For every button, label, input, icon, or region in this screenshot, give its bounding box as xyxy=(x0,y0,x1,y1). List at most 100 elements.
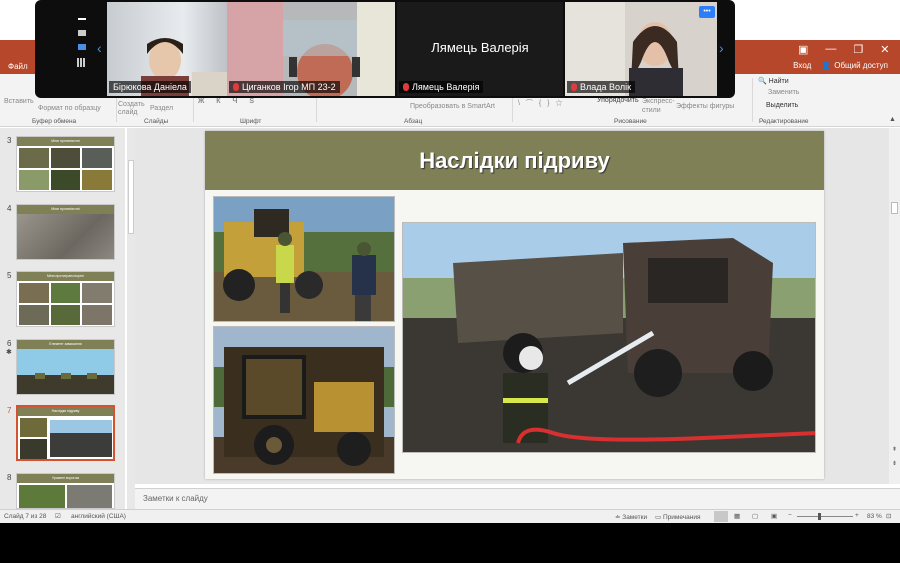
slide-counter: Слайд 7 из 28 xyxy=(4,513,47,520)
participant-name-3: Лямець Валерія xyxy=(399,81,484,93)
group-editing: Редактирование xyxy=(759,118,809,125)
person-icon: 👤 xyxy=(821,61,832,70)
thumb-number: 3 xyxy=(7,136,12,145)
participant-name-text: Влада Волік xyxy=(580,82,632,92)
slide-thumbnail-6[interactable]: Елемент замикання xyxy=(16,339,115,395)
fit-slide-icon[interactable]: ⊡ xyxy=(886,512,891,520)
scroll-thumb[interactable] xyxy=(891,202,898,214)
participant-name-4: Влада Волік xyxy=(567,81,636,93)
muted-mic-icon xyxy=(571,83,577,91)
font-format-buttons[interactable]: Ж К Ч S xyxy=(198,98,259,105)
scroll-thumb[interactable] xyxy=(128,160,134,234)
slide-thumbnail-8[interactable]: Уражені ворогом xyxy=(16,473,115,509)
next-page-icon[interactable]: › xyxy=(719,40,724,56)
thumb-title: Міни протипіхотні xyxy=(17,137,114,146)
ribbon-display-icon[interactable]: ▣ xyxy=(798,43,808,56)
signin-link[interactable]: Вход xyxy=(793,61,811,70)
share-label: Общий доступ xyxy=(834,61,888,70)
participant-tile-3[interactable]: Лямець Валерія Лямець Валерія xyxy=(397,2,563,96)
close-icon[interactable]: ✕ xyxy=(880,43,889,56)
shapes-gallery[interactable]: \ ⌒ { } ☆ xyxy=(518,98,564,108)
restore-icon[interactable]: ❐ xyxy=(853,43,863,56)
animation-icon: ✱ xyxy=(6,349,12,356)
group-clipboard: Буфер обмена xyxy=(32,118,77,125)
arrange-button[interactable]: Упорядочить xyxy=(597,97,639,104)
thumb-number: 8 xyxy=(7,473,12,482)
convert-smartart-button[interactable]: Преобразовать в SmartArt xyxy=(410,103,495,110)
zoom-out-icon[interactable]: − xyxy=(788,512,792,519)
notes-toggle-label: Заметки xyxy=(622,514,648,521)
slide-thumbnail-4[interactable]: Міни протипіхотні xyxy=(16,204,115,260)
minimize-icon[interactable] xyxy=(78,18,86,20)
normal-view-icon[interactable] xyxy=(714,511,728,522)
sorter-view-icon[interactable]: ▦ xyxy=(734,512,740,520)
speaker-view-icon[interactable] xyxy=(78,30,86,36)
thumb-number: 6 xyxy=(7,339,12,348)
slide-thumbnail-3[interactable]: Міни протипіхотні xyxy=(16,136,115,192)
participant-center-name: Лямець Валерія xyxy=(431,40,529,55)
section-button[interactable]: Раздел xyxy=(150,105,173,112)
photo-grader-sappers[interactable] xyxy=(213,196,395,322)
group-slides: Слайды xyxy=(144,118,169,125)
thumb-number: 4 xyxy=(7,204,12,213)
strip-view-icon[interactable] xyxy=(78,44,86,50)
notes-toggle[interactable]: ≐ Заметки xyxy=(615,513,647,521)
prev-page-icon[interactable]: ‹ xyxy=(97,40,102,56)
zoom-level[interactable]: 83 % xyxy=(867,513,882,520)
new-slide-button[interactable]: Создать слайд xyxy=(118,101,145,117)
comments-toggle[interactable]: ▭ Примечания xyxy=(655,513,700,521)
zoom-side-controls xyxy=(72,8,92,88)
prev-slide-icon[interactable]: ⇞ xyxy=(892,446,897,453)
muted-mic-icon xyxy=(233,83,239,91)
participant-tile-2[interactable]: Циганков Ігор МП 23-2 xyxy=(227,2,395,96)
current-slide[interactable]: Наслідки підриву xyxy=(205,131,824,479)
zoom-slider[interactable] xyxy=(797,516,853,517)
quick-styles-button[interactable]: Экспресс-стили xyxy=(642,97,675,115)
participant-name-text: Циганков Ігор МП 23-2 xyxy=(242,82,336,92)
participant-name-1: Бірюкова Даніела xyxy=(109,81,191,93)
zoom-slider-thumb[interactable] xyxy=(818,513,821,520)
thumb-number: 7 xyxy=(7,406,12,415)
thumb-title: Наслідки підриву xyxy=(18,407,113,416)
select-button[interactable]: Выделить xyxy=(766,102,798,109)
video-call-overlay: ‹ Бірюкова Даніела Циганков Ігор МП 23-2… xyxy=(35,0,735,98)
find-button[interactable]: 🔍 Найти xyxy=(758,77,789,85)
window-controls: ▣ — ❐ ✕ xyxy=(798,40,890,58)
minimize-icon[interactable]: — xyxy=(825,43,836,55)
tab-file[interactable]: Файл xyxy=(8,62,28,71)
photo-burnt-grader-image xyxy=(214,327,394,473)
photo-burnt-truck[interactable] xyxy=(402,222,816,453)
shape-effects-button[interactable]: Эффекты фигуры xyxy=(676,103,734,110)
share-button[interactable]: 👤 Общий доступ xyxy=(821,61,888,70)
participant-tile-4[interactable]: ••• Влада Волік xyxy=(565,2,717,96)
zoom-in-icon[interactable]: + xyxy=(855,512,859,519)
reading-view-icon[interactable]: ▢ xyxy=(752,512,758,520)
thumbnail-pane: 3 Міни протипіхотні 4 Міни протипіхотні … xyxy=(0,128,125,509)
thumb-title: Уражені ворогом xyxy=(17,474,114,483)
proofing-icon[interactable]: ☑ xyxy=(55,512,61,520)
participant-name-text: Лямець Валерія xyxy=(412,82,480,92)
slideshow-view-icon[interactable]: ▣ xyxy=(771,512,777,520)
replace-button[interactable]: Заменить xyxy=(768,89,799,96)
muted-mic-icon xyxy=(403,83,409,91)
paste-button[interactable]: Вставить xyxy=(4,98,34,105)
group-drawing: Рисование xyxy=(614,118,647,125)
slide-title[interactable]: Наслідки підриву xyxy=(419,148,610,174)
thumb-title: Міни протипіхотні xyxy=(17,205,114,214)
slide-scrollbar[interactable]: ⇞ ⇟ xyxy=(889,128,900,484)
thumbnail-scrollbar[interactable] xyxy=(127,128,135,509)
group-paragraph: Абзац xyxy=(404,118,423,125)
collapse-ribbon-icon[interactable]: ▲ xyxy=(889,116,896,123)
more-options-button[interactable]: ••• xyxy=(699,6,715,18)
notes-pane[interactable]: Заметки к слайду xyxy=(135,488,900,509)
next-slide-icon[interactable]: ⇟ xyxy=(892,460,897,467)
participant-name-2: Циганков Ігор МП 23-2 xyxy=(229,81,340,93)
format-painter-button[interactable]: Формат по образцу xyxy=(38,105,101,112)
language-indicator[interactable]: английский (США) xyxy=(71,513,126,520)
photo-burnt-grader[interactable] xyxy=(213,326,395,474)
gallery-view-icon[interactable] xyxy=(77,58,86,67)
group-font: Шрифт xyxy=(240,118,262,125)
slide-thumbnail-7[interactable]: Наслідки підриву xyxy=(16,405,115,461)
slide-thumbnail-5[interactable]: Міни протитранспортні xyxy=(16,271,115,327)
thumb-title: Елемент замикання xyxy=(17,340,114,349)
